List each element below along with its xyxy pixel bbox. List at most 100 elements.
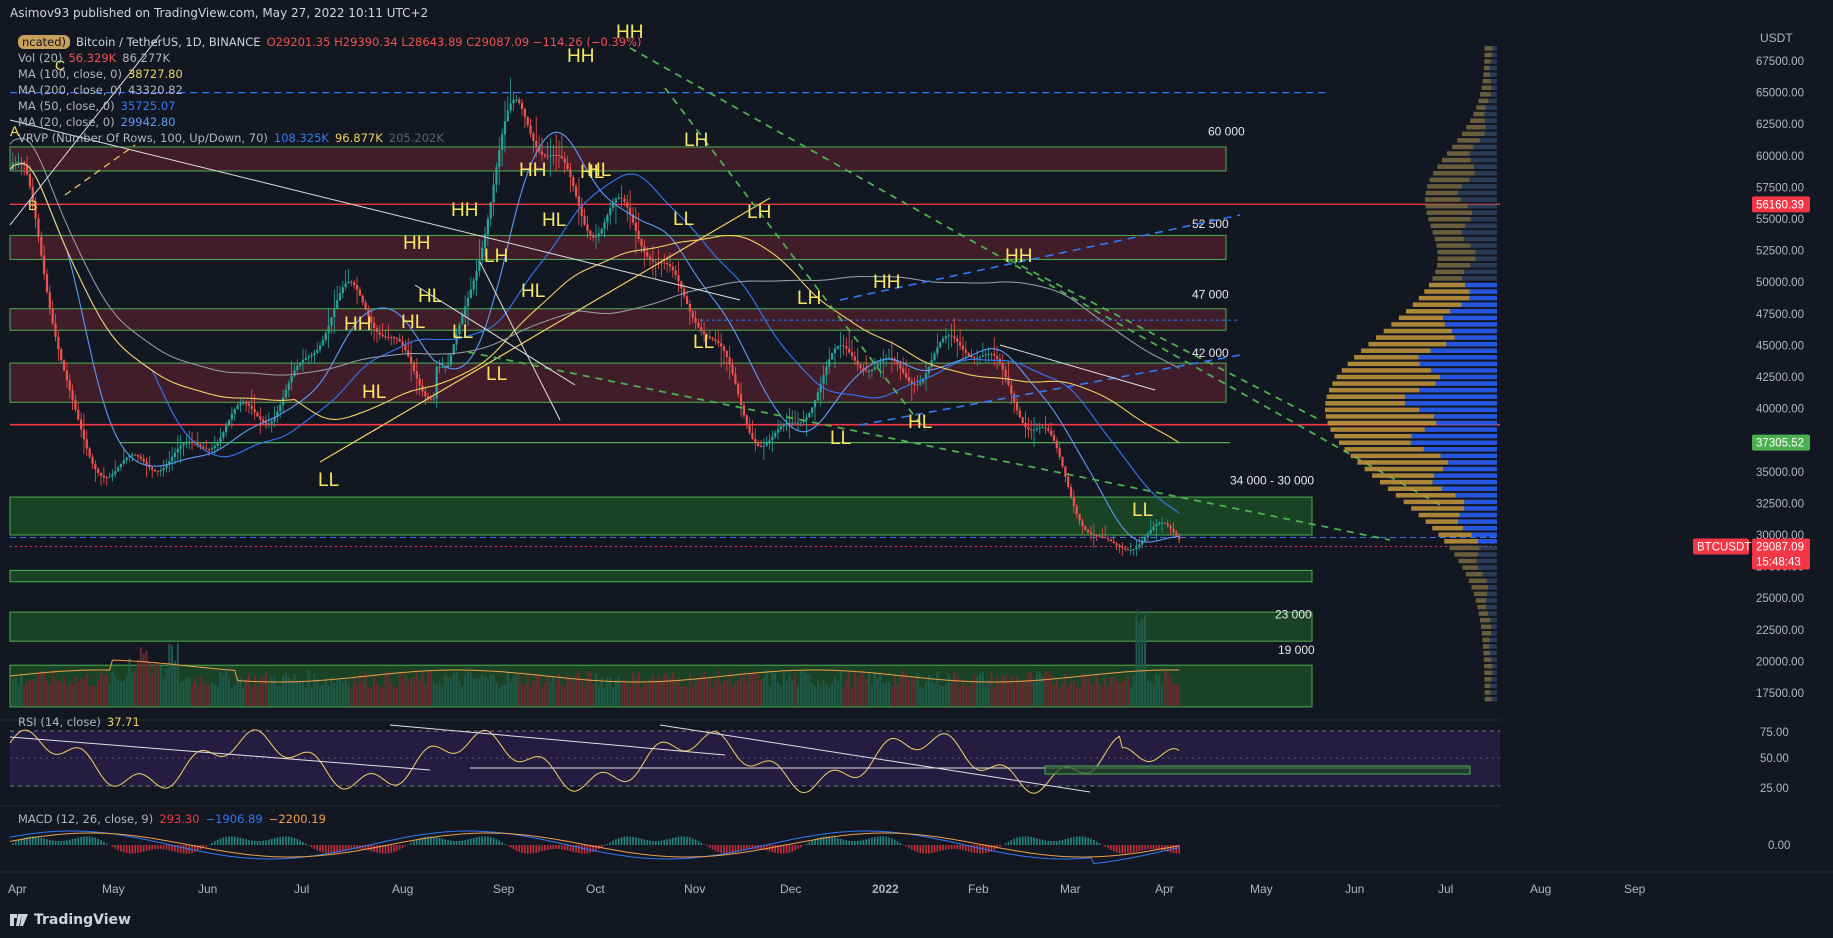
macd-histogram-bar [239, 837, 242, 845]
legend-row[interactable]: Vol (20) 56.329K 86.277K [18, 51, 176, 65]
price-tick: 47500.00 [1756, 309, 1804, 321]
candle-body [811, 407, 814, 413]
profile-down-bar [1428, 282, 1466, 288]
profile-up-bar [1435, 381, 1497, 386]
annotation-label: LH [797, 288, 821, 309]
macd-histogram-bar [1058, 840, 1061, 845]
candle-body [20, 162, 23, 164]
legend-row[interactable]: MA (100, close, 0) 38727.80 [18, 67, 189, 81]
volume-bar [808, 674, 811, 706]
macd-histogram-bar [856, 840, 859, 845]
candle-body [745, 415, 748, 425]
volume-bar [304, 687, 307, 706]
macd-histogram-bar [771, 845, 774, 853]
macd-histogram-bar [566, 845, 569, 851]
candle-body [617, 197, 620, 199]
legend-row[interactable]: ncated) Bitcoin / TetherUS, 1D, BINANCE O2… [18, 35, 647, 49]
candle-body [714, 339, 717, 342]
price-tick: 65000.00 [1756, 88, 1804, 100]
legend-row[interactable]: MACD (12, 26, close, 9) 293.30 −1906.89 −22… [18, 812, 332, 826]
indicator-value: 96.877K [334, 131, 383, 145]
volume-bar [649, 679, 652, 706]
macd-histogram-bar [580, 845, 583, 854]
volume-bar [481, 674, 484, 706]
macd-histogram-bar [1061, 839, 1064, 845]
macd-label: MACD (12, 26, close, 9) [18, 812, 154, 826]
volume-bar [996, 676, 999, 706]
macd-histogram-bar [159, 845, 162, 850]
profile-down-bar [1480, 624, 1492, 630]
profile-down-bar [1425, 203, 1468, 209]
volume-bar [102, 675, 105, 706]
profile-up-bar [1443, 466, 1497, 472]
brand-label: TradingView [34, 912, 131, 928]
macd-histogram-bar [1093, 840, 1095, 845]
macd-histogram-bar [512, 845, 515, 850]
volume-bar [540, 687, 543, 706]
volume-bar [768, 685, 771, 706]
profile-up-bar [1441, 486, 1497, 491]
candle-body [1115, 543, 1118, 546]
candle-body [663, 262, 666, 264]
volume-bar [54, 679, 57, 706]
volume-bar [307, 670, 310, 706]
annotation-label: LL [830, 428, 851, 449]
volume-bar [85, 673, 88, 706]
profile-down-bar [1483, 65, 1490, 71]
candle-body [14, 162, 17, 164]
candle-body [299, 362, 302, 366]
volume-bar [714, 680, 717, 706]
volume-bar [65, 686, 68, 706]
macd-histogram-bar [49, 839, 51, 845]
candle-body [281, 397, 285, 405]
legend-row[interactable]: MA (50, close, 0) 35725.07 [18, 99, 182, 113]
profile-up-bar [1411, 433, 1497, 439]
volume-bar [156, 662, 159, 706]
candle-body [833, 348, 837, 354]
profile-down-bar [1426, 210, 1473, 215]
macd-histogram-bar [182, 845, 185, 854]
candle-body [1087, 529, 1090, 533]
profile-down-bar [1329, 387, 1420, 393]
macd-histogram-bar [1107, 845, 1109, 849]
volume-bar [711, 687, 714, 706]
macd-histogram-bar [450, 840, 452, 845]
profile-up-bar [1492, 663, 1497, 669]
legend-row[interactable]: MA (20, close, 0) 29942.80 [18, 115, 182, 129]
legend-row[interactable]: MA (200, close, 0) 43320.82 [18, 83, 189, 97]
profile-down-bar [1336, 374, 1441, 380]
volume-bar [814, 686, 817, 706]
candle-body [1058, 448, 1061, 457]
volume-bar [151, 675, 154, 706]
macd-histogram-bar [609, 842, 612, 845]
volume-bar [1001, 674, 1004, 706]
profile-down-bar [1364, 466, 1444, 472]
candle-body [739, 394, 743, 406]
volume-bar [873, 671, 876, 706]
legend-row[interactable]: VRVP (Number Of Rows, 100, Up/Down, 70) 1… [18, 131, 450, 145]
volume-bar [723, 680, 726, 706]
volume-bar [981, 671, 984, 706]
candle-body [446, 365, 450, 367]
candle-body [1061, 456, 1064, 467]
volume-bar [896, 684, 899, 706]
macd-histogram-bar [546, 845, 549, 850]
volume-bar [882, 682, 885, 706]
volume-bar [1021, 680, 1024, 706]
profile-up-bar [1488, 98, 1497, 104]
profile-up-bar [1464, 269, 1497, 275]
candle-body [902, 368, 905, 374]
tradingview-logo[interactable]: TradingView [10, 912, 131, 928]
volume-bar [478, 678, 481, 706]
profile-up-bar [1482, 571, 1497, 577]
candle-body [953, 336, 956, 339]
volume-bar [387, 670, 390, 706]
annotation-label: LL [318, 470, 339, 491]
candle-body [222, 431, 225, 438]
volume-bar [1152, 682, 1155, 706]
profile-up-bar [1479, 545, 1497, 551]
macd-histogram-bar [595, 845, 597, 851]
candle-body [401, 341, 404, 346]
legend-row[interactable]: RSI (14, close) 37.71 [18, 715, 146, 729]
candle-body [171, 456, 174, 462]
